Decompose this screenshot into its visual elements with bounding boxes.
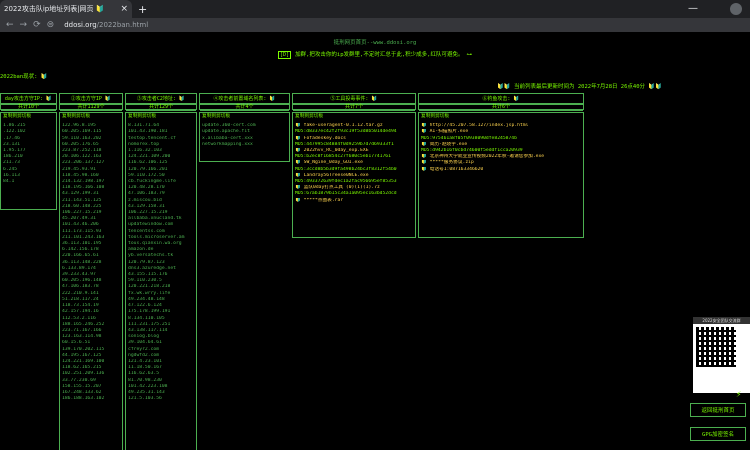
column-count: 共计1129个 xyxy=(60,102,122,111)
column-count-box: 共计1129个 xyxy=(59,102,123,111)
security-icon[interactable]: ⊜ xyxy=(47,20,55,30)
forward-icon[interactable]: → xyxy=(20,20,28,30)
list-item: 186.188.163.102 xyxy=(62,396,105,402)
notice-line: [D] 加群,把攻击你的ip发群里,不定时汇总于此,积少成多,红队可避免。 ⊶ xyxy=(0,50,750,59)
column-list: 复制到剪切板 1.86.215 .122.102 .17.46 23.131 1… xyxy=(0,112,57,210)
watermark-icon: ⚡ xyxy=(736,390,742,400)
page-title[interactable]: 挺刑网页首页--www.ddosi.org xyxy=(0,38,750,46)
column-count-box: 共计7个 xyxy=(292,102,416,111)
key-icon[interactable]: ⊶ xyxy=(466,52,472,58)
column-count: 共计6个 xyxy=(419,102,583,111)
address-bar: ← → ⟳ ⊜ ddosi.org/2022ban.html xyxy=(0,18,750,32)
url-field[interactable]: ddosi.org/2022ban.html xyxy=(64,21,148,29)
column-count-box: 共计10个 xyxy=(0,102,57,111)
reload-icon[interactable]: ⟳ xyxy=(33,20,41,30)
column-list: 复制到剪切板 🔰 http://45.207.58.127/index.jsp.… xyxy=(418,112,584,238)
tab-close-icon[interactable]: × xyxy=(120,4,128,14)
qr-caption: 2022安全团队交流群 xyxy=(693,317,750,324)
qr-code-panel: 2022安全团队交流群 xyxy=(693,317,750,393)
list-item: 121.5.103.56 xyxy=(128,396,162,402)
url-domain: ddosi.org xyxy=(64,21,97,29)
list-item: 🔰 电话号1:087163346620 xyxy=(421,166,484,172)
column-count-box: 共计6个 xyxy=(418,102,584,111)
column-count-box: 共计129个 xyxy=(125,102,197,111)
copy-button[interactable]: 复制到剪切板 xyxy=(62,114,120,120)
profile-avatar[interactable] xyxy=(730,3,742,15)
list-item: MD5:3ccd8b5b3d9fa498b24bc3f8312f54b0 xyxy=(295,166,397,172)
list-item: networkmapping.xxx xyxy=(202,141,253,147)
copy-button[interactable]: 复制到剪切板 xyxy=(421,114,581,120)
copy-button[interactable]: 复制到剪切板 xyxy=(128,114,194,120)
minimize-button[interactable]: — xyxy=(688,3,698,14)
list-item: MD5:67ab1879b15c34a1a095ec163bd52dcd xyxy=(295,191,397,197)
tab-title: 2022攻击队ip地址列表|网页 🔰 xyxy=(4,5,105,13)
browser-tab[interactable]: 2022攻击队ip地址列表|网页 🔰 × xyxy=(0,0,132,18)
column-list: 复制到剪切板 update.360-cert.com update.apache.… xyxy=(199,112,290,162)
column-count: 共计129个 xyxy=(126,102,196,111)
back-icon[interactable]: ← xyxy=(6,20,14,30)
notice-text: 加群,把攻击你的ip发群里,不定时汇总于此,积少成多,红队可避免。 xyxy=(295,52,464,58)
status-label: 2022ban现状: 🔰 xyxy=(0,74,48,80)
column-list: 复制到剪切板 🔰 fake-useragent-0.1.12.tar.gz MD5… xyxy=(292,112,416,238)
column-count: 共计10个 xyxy=(1,102,56,111)
copy-button[interactable]: 复制到剪切板 xyxy=(3,114,54,120)
list-item: 84.1 xyxy=(3,179,15,185)
list-item: MD5:d8337ec42f2f93c19f53d8b5014de494 xyxy=(295,129,397,135)
gpg-button[interactable]: GPG加密签名 xyxy=(690,427,746,441)
column-count: 共计7个 xyxy=(293,102,415,111)
browser-tab-strip: 2022攻击队ip地址列表|网页 🔰 × + — xyxy=(0,0,750,18)
copy-button[interactable]: 复制到剪切板 xyxy=(295,114,413,120)
column-count-box: 共计4个 xyxy=(199,102,290,111)
list-item: 🔰 *****点图表.rar xyxy=(295,197,344,203)
home-button[interactable]: 返回挺刑首页 xyxy=(690,403,746,417)
new-tab-button[interactable]: + xyxy=(138,3,147,16)
notice-icon: [D] xyxy=(278,51,292,59)
copy-button[interactable]: 复制到剪切板 xyxy=(202,114,287,120)
url-path: /2022ban.html xyxy=(96,21,149,29)
column-list: 复制到剪切板 8.131.71.64 101.43.190.181 testop.t… xyxy=(125,112,197,450)
column-count: 共计4个 xyxy=(200,102,289,111)
column-list: 复制到剪切板 122.96.8.195 60.205.169.115 59.110.… xyxy=(59,112,123,450)
qr-code-icon xyxy=(696,327,736,367)
update-time: 🔰🔰 当前列表最后更新时间为 2022年7月28日 26点40分 🔰🔰 xyxy=(497,84,663,90)
